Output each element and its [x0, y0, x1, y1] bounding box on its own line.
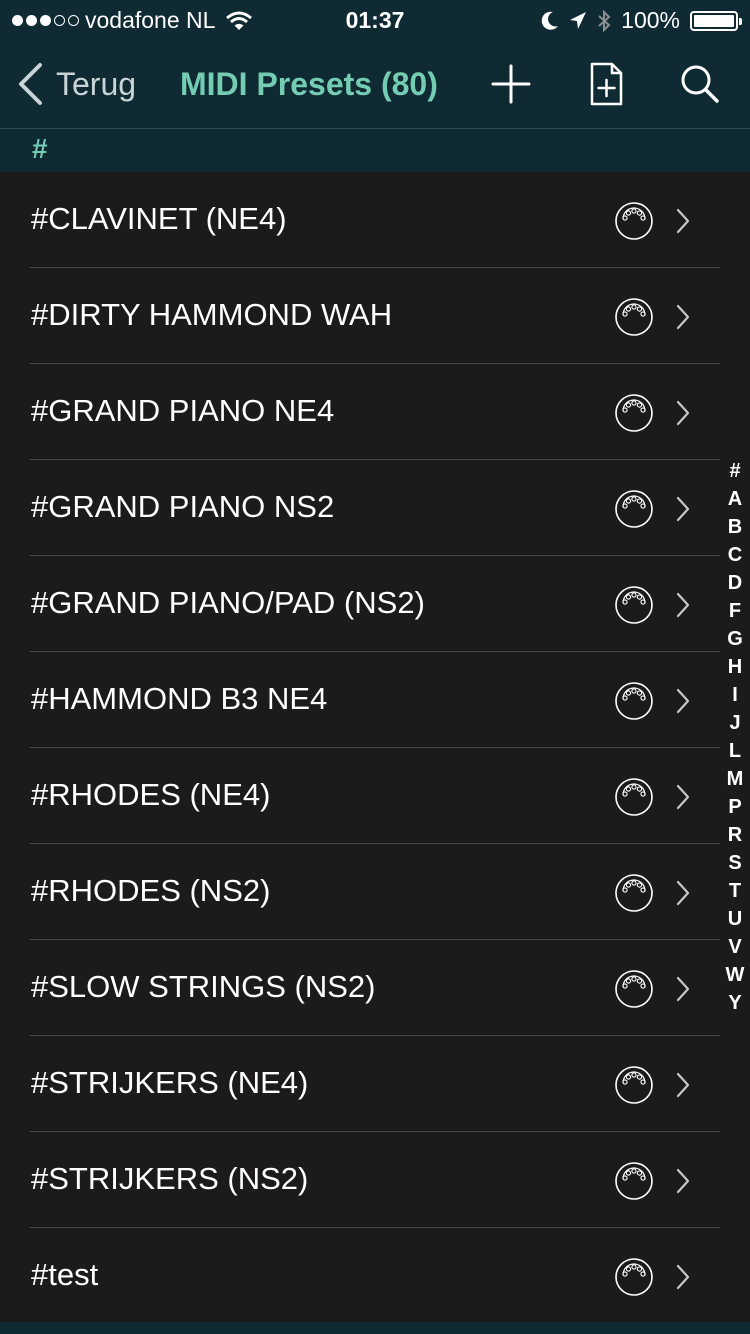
preset-row[interactable]: #HAMMOND B3 NE4: [0, 652, 720, 748]
index-letter[interactable]: F: [722, 597, 748, 625]
chevron-right-icon: [674, 591, 692, 619]
index-letter[interactable]: D: [722, 569, 748, 597]
preset-row[interactable]: #GRAND PIANO NE4: [0, 364, 720, 460]
index-letter[interactable]: G: [722, 625, 748, 653]
document-add-icon: [590, 62, 623, 106]
midi-connector-icon: [614, 393, 654, 433]
midi-connector-icon: [614, 681, 654, 721]
midi-connector-icon: [614, 585, 654, 625]
index-letter[interactable]: I: [722, 681, 748, 709]
back-button[interactable]: Terug: [16, 62, 136, 106]
chevron-left-icon: [19, 63, 42, 105]
index-letter[interactable]: Y: [722, 989, 748, 1017]
plus-icon: [491, 64, 531, 104]
preset-name: #STRIJKERS (NE4): [31, 1065, 309, 1100]
chevron-right-icon: [674, 303, 692, 331]
preset-row[interactable]: #GRAND PIANO NS2: [0, 460, 720, 556]
preset-name: #GRAND PIANO/PAD (NS2): [31, 585, 425, 620]
chevron-right-icon: [674, 783, 692, 811]
index-letter[interactable]: J: [722, 709, 748, 737]
chevron-right-icon: [674, 1071, 692, 1099]
chevron-right-icon: [674, 1167, 692, 1195]
section-header-title: #: [32, 133, 48, 164]
status-bar-right: 100%: [541, 7, 742, 34]
midi-connector-icon: [614, 969, 654, 1009]
preset-name: #test: [31, 1257, 99, 1292]
chevron-right-icon: [674, 495, 692, 523]
index-letter[interactable]: M: [722, 765, 748, 793]
index-letter[interactable]: A: [722, 485, 748, 513]
back-button-label: Terug: [56, 65, 137, 102]
index-letter[interactable]: S: [722, 849, 748, 877]
midi-connector-icon: [614, 1257, 654, 1297]
chevron-right-icon: [674, 1263, 692, 1291]
preset-name: #STRIJKERS (NS2): [31, 1161, 309, 1196]
chevron-right-icon: [674, 687, 692, 715]
midi-connector-icon: [614, 1161, 654, 1201]
preset-row[interactable]: #STRIJKERS (NE4): [0, 1036, 720, 1132]
chevron-right-icon: [674, 879, 692, 907]
preset-name: #RHODES (NE4): [31, 777, 271, 812]
new-document-button[interactable]: [580, 58, 632, 110]
preset-row[interactable]: #RHODES (NS2): [0, 844, 720, 940]
bottom-edge: [0, 1322, 750, 1334]
bluetooth-icon: [598, 9, 611, 32]
midi-connector-icon: [614, 489, 654, 529]
preset-row[interactable]: #CLAVINET (NE4): [0, 172, 720, 268]
status-bar: vodafone NL 01:37 100%: [0, 0, 750, 40]
index-letter[interactable]: W: [722, 961, 748, 989]
preset-list: #CLAVINET (NE4) #DIRTY HAMMOND WAH #GRAND …: [0, 172, 720, 1324]
index-letter[interactable]: T: [722, 877, 748, 905]
preset-row[interactable]: #DIRTY HAMMOND WAH: [0, 268, 720, 364]
preset-name: #CLAVINET (NE4): [31, 201, 287, 236]
add-preset-button[interactable]: [485, 58, 537, 110]
preset-name: #SLOW STRINGS (NS2): [31, 969, 376, 1004]
index-letter[interactable]: R: [722, 821, 748, 849]
search-icon: [681, 65, 719, 103]
preset-name: #GRAND PIANO NE4: [31, 393, 335, 428]
section-header: #: [0, 129, 750, 172]
chevron-right-icon: [674, 399, 692, 427]
midi-connector-icon: [614, 873, 654, 913]
preset-row[interactable]: #GRAND PIANO/PAD (NS2): [0, 556, 720, 652]
navigation-bar: Terug MIDI Presets (80): [0, 40, 750, 128]
preset-name: #RHODES (NS2): [31, 873, 271, 908]
preset-name: #GRAND PIANO NS2: [31, 489, 335, 524]
header: vodafone NL 01:37 100% Terug MIDI Preset…: [0, 0, 750, 128]
midi-connector-icon: [614, 297, 654, 337]
battery-percentage: 100%: [621, 7, 680, 33]
battery-icon: [690, 10, 742, 31]
preset-row[interactable]: #SLOW STRINGS (NS2): [0, 940, 720, 1036]
midi-connector-icon: [614, 1065, 654, 1105]
section-index[interactable]: # A B C D F G H I J L M P R S T U V W Y: [722, 457, 748, 1017]
index-letter[interactable]: #: [722, 457, 748, 485]
page-title: MIDI Presets (80): [180, 66, 438, 102]
search-button[interactable]: [674, 58, 726, 110]
index-letter[interactable]: P: [722, 793, 748, 821]
index-letter[interactable]: U: [722, 905, 748, 933]
moon-icon: [541, 11, 559, 30]
midi-connector-icon: [614, 777, 654, 817]
index-letter[interactable]: H: [722, 653, 748, 681]
index-letter[interactable]: B: [722, 513, 748, 541]
preset-name: #HAMMOND B3 NE4: [31, 681, 328, 716]
chevron-right-icon: [674, 207, 692, 235]
location-arrow-icon: [570, 11, 587, 29]
preset-row[interactable]: #RHODES (NE4): [0, 748, 720, 844]
index-letter[interactable]: L: [722, 737, 748, 765]
preset-name: #DIRTY HAMMOND WAH: [31, 297, 393, 332]
preset-row[interactable]: #STRIJKERS (NS2): [0, 1132, 720, 1228]
midi-connector-icon: [614, 201, 654, 241]
index-letter[interactable]: V: [722, 933, 748, 961]
preset-row[interactable]: #test: [0, 1228, 720, 1324]
chevron-right-icon: [674, 975, 692, 1003]
index-letter[interactable]: C: [722, 541, 748, 569]
